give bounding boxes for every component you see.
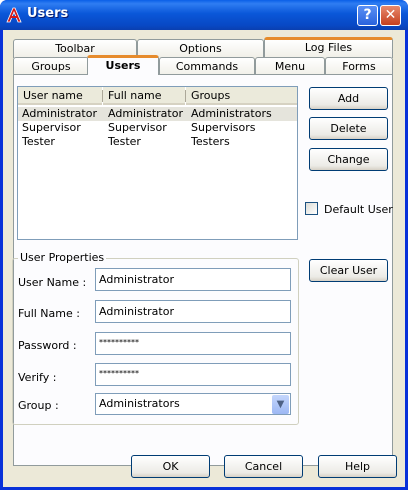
column-header-full-name[interactable]: Full name: [103, 87, 185, 105]
chevron-down-icon[interactable]: ▼: [272, 395, 289, 414]
cell-full-name: Tester: [108, 135, 141, 148]
app-logo-icon: [6, 7, 22, 23]
help-title-button[interactable]: ?: [357, 5, 378, 26]
user-properties-legend: User Properties: [18, 251, 107, 264]
cancel-button[interactable]: Cancel: [224, 455, 303, 478]
cell-groups: Testers: [191, 135, 230, 148]
group-select[interactable]: Administrators ▼: [95, 393, 291, 415]
default-user-label[interactable]: Default User: [324, 203, 393, 216]
user-name-label: User Name :: [18, 276, 87, 289]
full-name-label: Full Name :: [18, 307, 80, 320]
column-header-user-name[interactable]: User name: [18, 87, 102, 105]
list-row-administrator[interactable]: Administrator Administrator Administrato…: [18, 107, 297, 121]
tab-log-files[interactable]: Log Files: [264, 37, 393, 58]
cell-full-name: Supervisor: [108, 121, 167, 134]
group-select-value: Administrators: [99, 397, 180, 410]
list-row-supervisor[interactable]: Supervisor Supervisor Supervisors: [18, 121, 297, 135]
group-label: Group :: [18, 399, 59, 412]
cell-user-name: Tester: [22, 135, 55, 148]
add-button[interactable]: Add: [309, 87, 388, 110]
help-button[interactable]: Help: [318, 455, 397, 478]
column-header-groups[interactable]: Groups: [186, 87, 297, 105]
window-title: Users: [27, 6, 69, 21]
default-user-checkbox[interactable]: [305, 202, 318, 215]
cell-user-name: Administrator: [22, 107, 97, 120]
verify-field[interactable]: **********: [95, 363, 291, 386]
password-label: Password :: [18, 339, 77, 352]
cell-user-name: Supervisor: [22, 121, 81, 134]
user-list[interactable]: User name Full name Groups Administrator…: [17, 86, 298, 240]
cell-groups: Supervisors: [191, 121, 256, 134]
delete-button[interactable]: Delete: [309, 117, 388, 140]
tab-users[interactable]: Users: [87, 55, 159, 75]
title-bar[interactable]: Users ? ✕: [0, 0, 408, 30]
ok-button[interactable]: OK: [131, 455, 210, 478]
change-button[interactable]: Change: [309, 148, 388, 171]
list-row-tester[interactable]: Tester Tester Testers: [18, 135, 297, 149]
users-dialog: Users ? ✕ Toolbar Options Log Files Grou…: [0, 0, 408, 490]
user-name-field[interactable]: Administrator: [95, 268, 291, 291]
verify-label: Verify :: [18, 371, 57, 384]
close-button[interactable]: ✕: [380, 5, 401, 26]
cell-full-name: Administrator: [108, 107, 183, 120]
cell-groups: Administrators: [191, 107, 272, 120]
password-field[interactable]: **********: [95, 332, 291, 355]
clear-user-button[interactable]: Clear User: [309, 259, 388, 282]
full-name-field[interactable]: Administrator: [95, 300, 291, 323]
